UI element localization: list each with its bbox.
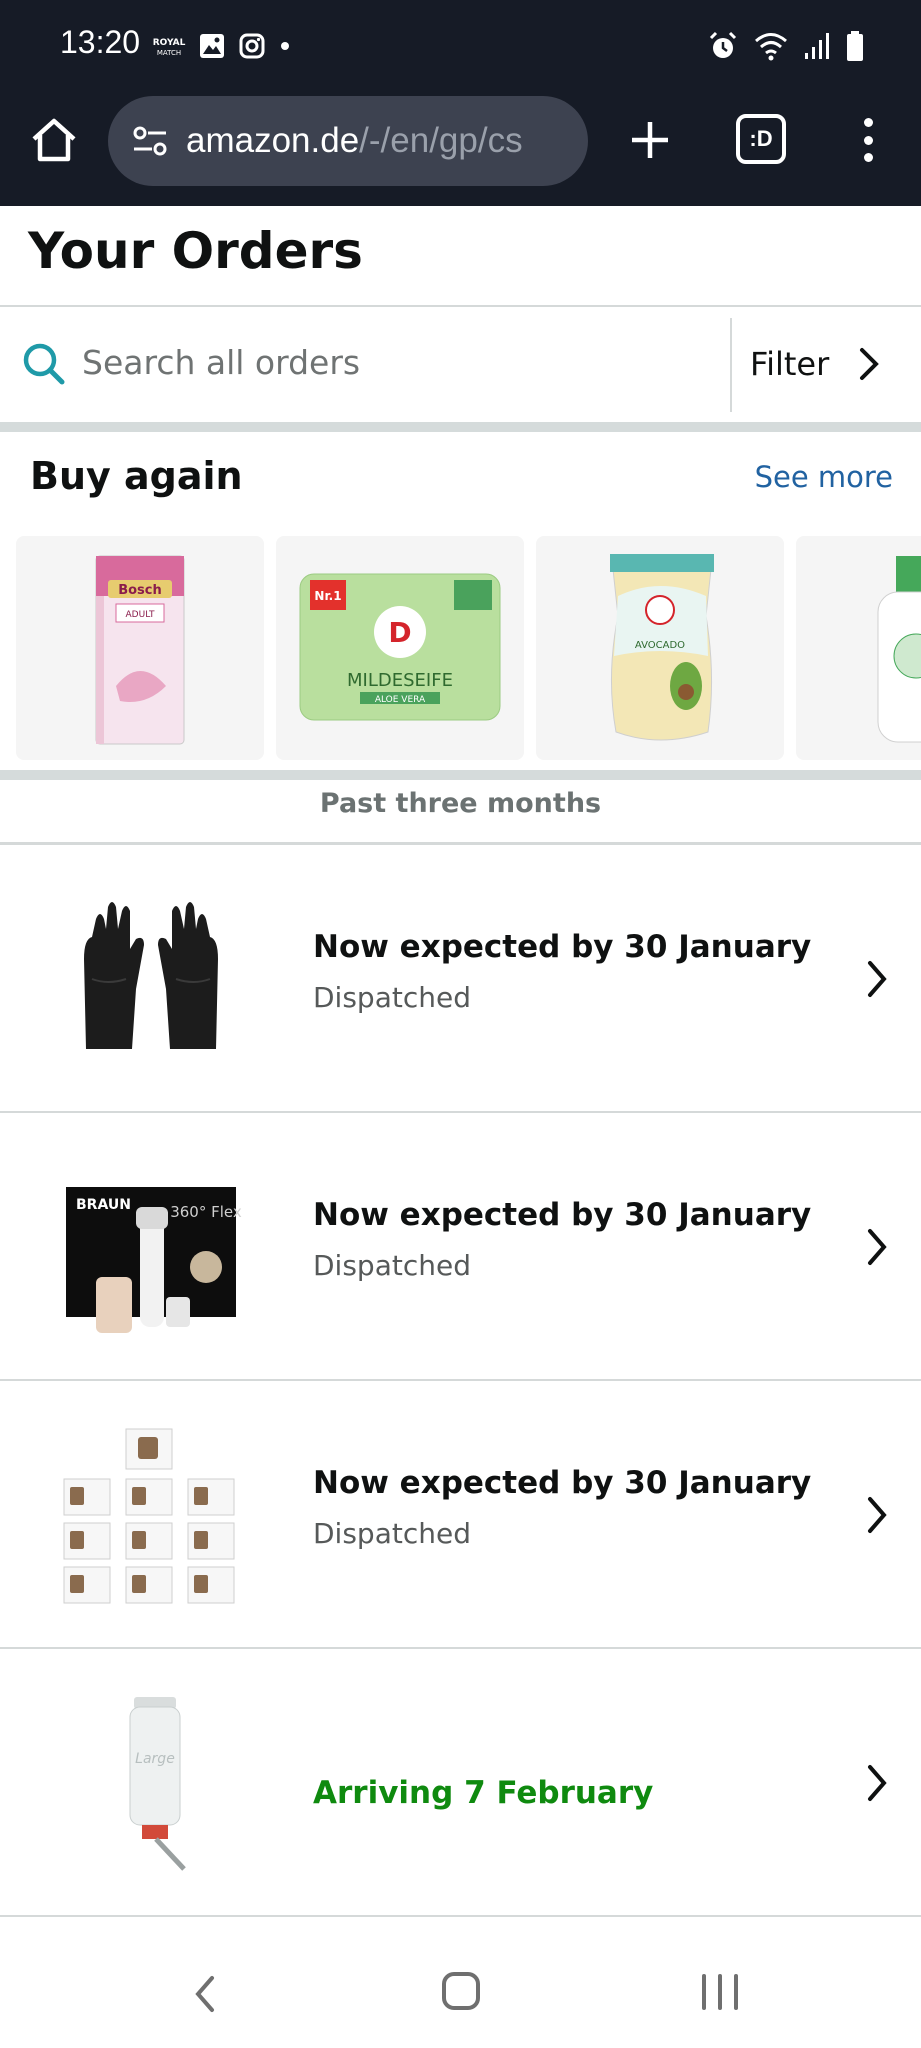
menu-dot xyxy=(863,118,873,127)
royal-match-icon: ROYAL MATCH xyxy=(153,38,186,57)
recents-bar xyxy=(718,1974,722,2010)
search-separator xyxy=(730,318,732,412)
tab-switcher-button[interactable]: :D xyxy=(736,114,786,164)
order-row[interactable]: Now expected by 30 January Dispatched xyxy=(0,845,921,1113)
chevron-right-icon xyxy=(868,1229,887,1265)
braun-model: 360° Flex xyxy=(170,1203,242,1221)
system-nav-bar xyxy=(0,1938,921,2048)
section-divider xyxy=(0,770,921,780)
gallery-icon xyxy=(200,34,224,58)
order-thumbnail xyxy=(63,1428,235,1604)
nav-back-icon[interactable] xyxy=(190,1974,220,2014)
browser-toolbar: amazon.de/-/en/gp/cs :D xyxy=(0,92,921,206)
order-row[interactable]: Now expected by 30 January Dispatched xyxy=(0,1381,921,1649)
order-substatus: Dispatched xyxy=(313,981,471,1014)
buy-again-item[interactable]: Nr.1 D MILDESEIFE ALOE VERA xyxy=(276,536,524,760)
url-text: amazon.de/-/en/gp/cs xyxy=(186,121,523,161)
url-domain: amazon.de xyxy=(186,121,360,160)
order-row[interactable]: Large Arriving 7 February xyxy=(0,1649,921,1917)
braun-brand: BRAUN xyxy=(76,1197,131,1213)
filter-label: Filter xyxy=(750,345,830,383)
buy-again-item[interactable] xyxy=(796,536,921,760)
url-path: /-/en/gp/cs xyxy=(359,121,523,160)
bosch-label: Bosch xyxy=(118,583,162,598)
svg-text:D: D xyxy=(388,616,411,649)
chevron-right-icon xyxy=(868,961,887,997)
nav-home-icon[interactable] xyxy=(442,1972,480,2010)
buy-again-title: Buy again xyxy=(30,454,243,498)
browser-home-button[interactable] xyxy=(26,112,82,168)
menu-dot xyxy=(863,135,873,145)
svg-text:MATCH: MATCH xyxy=(157,49,181,57)
site-settings-icon[interactable] xyxy=(130,121,170,161)
system-icons xyxy=(707,28,865,64)
order-status: Now expected by 30 January xyxy=(313,1197,812,1233)
buy-again-item[interactable]: AVOCADO xyxy=(536,536,784,760)
avocado-refill-image: AVOCADO xyxy=(610,554,714,741)
chevron-right-icon xyxy=(868,1765,887,1801)
section-divider xyxy=(0,422,921,432)
instagram-icon xyxy=(239,33,265,59)
notification-icons: ROYAL MATCH xyxy=(152,30,292,62)
bosch-cat-food-image: Bosch ADULT xyxy=(95,555,185,745)
recents-bar xyxy=(702,1974,706,2010)
signal-icon xyxy=(805,33,829,59)
search-row: Filter xyxy=(0,308,921,420)
bosch-sub: ADULT xyxy=(126,610,155,620)
tab-switcher-label: :D xyxy=(749,126,773,151)
avocado-label: AVOCADO xyxy=(635,640,685,651)
menu-dot xyxy=(863,153,873,162)
order-thumbnail: BRAUN 360° Flex xyxy=(66,1187,242,1333)
page-title: Your Orders xyxy=(28,222,363,280)
wifi-icon xyxy=(755,33,787,61)
home-icon xyxy=(32,118,76,162)
order-status: Arriving 7 February xyxy=(313,1775,654,1811)
see-more-link[interactable]: See more xyxy=(755,460,893,494)
order-status: Now expected by 30 January xyxy=(313,1465,812,1501)
order-thumbnail: Large xyxy=(129,1697,186,1871)
section-header: Past three months xyxy=(319,788,602,819)
svg-text:ROYAL: ROYAL xyxy=(153,38,186,48)
order-substatus: Dispatched xyxy=(313,1517,471,1550)
milde-sub: ALOE VERA xyxy=(375,695,426,705)
nav-recents-icon[interactable] xyxy=(702,1974,738,2010)
status-bar: 13:20 ROYAL MATCH xyxy=(0,0,921,92)
chevron-right-icon xyxy=(860,348,880,380)
chevron-right-icon xyxy=(868,1497,887,1533)
battery-icon xyxy=(847,31,863,61)
order-thumbnail xyxy=(84,902,218,1049)
filter-button[interactable]: Filter xyxy=(750,326,910,402)
new-tab-button[interactable] xyxy=(622,112,678,168)
order-row[interactable]: BRAUN 360° Flex Now expected by 30 Janua… xyxy=(0,1113,921,1381)
address-bar[interactable]: amazon.de/-/en/gp/cs xyxy=(108,96,588,186)
divider xyxy=(0,305,921,307)
svg-text:Large: Large xyxy=(135,1751,175,1767)
milde-seife-soap-image: Nr.1 D MILDESEIFE ALOE VERA xyxy=(299,573,501,721)
browser-menu-button[interactable] xyxy=(850,112,886,168)
alarm-icon xyxy=(709,31,737,58)
milde-badge: Nr.1 xyxy=(314,589,341,603)
milde-label: MILDESEIFE xyxy=(347,670,453,691)
status-time: 13:20 xyxy=(60,24,141,60)
buy-again-item[interactable]: Bosch ADULT xyxy=(16,536,264,760)
search-icon xyxy=(23,343,65,385)
dot-icon xyxy=(281,42,289,50)
order-status: Now expected by 30 January xyxy=(313,929,812,965)
search-input[interactable] xyxy=(82,332,702,392)
order-substatus: Dispatched xyxy=(313,1249,471,1282)
recents-bar xyxy=(734,1974,738,2010)
bottle-image xyxy=(877,556,921,743)
buy-again-carousel[interactable]: Bosch ADULT Nr.1 D MILDESEIFE ALOE VERA … xyxy=(16,536,921,760)
